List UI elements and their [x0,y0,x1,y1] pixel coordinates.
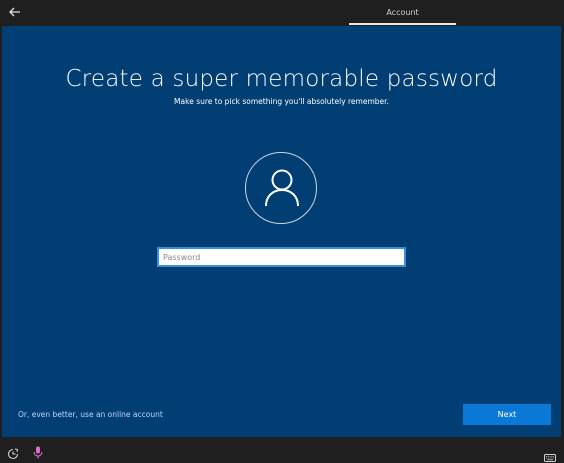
user-icon [265,169,299,207]
next-button[interactable]: Next [463,404,551,425]
oobe-window: Account Create a super memorable passwor… [0,0,564,463]
setup-panel: Create a super memorable password Make s… [2,26,561,437]
on-screen-keyboard-button[interactable] [544,447,556,463]
microphone-icon [33,446,43,459]
ease-of-access-button[interactable] [7,445,19,463]
keyboard-icon [544,454,556,462]
back-button[interactable] [6,4,24,20]
tab-account[interactable]: Account [349,0,456,26]
avatar [245,152,317,224]
online-account-link[interactable]: Or, even better, use an online account [18,410,163,419]
page-subtitle: Make sure to pick something you'll absol… [174,97,389,106]
ease-of-access-icon [7,448,19,460]
back-arrow-icon [9,7,20,17]
top-bar: Account [0,0,564,26]
password-input[interactable] [157,247,406,267]
microphone-button[interactable] [33,444,43,463]
bottom-bar [0,437,564,463]
page-title: Create a super memorable password [65,66,498,92]
